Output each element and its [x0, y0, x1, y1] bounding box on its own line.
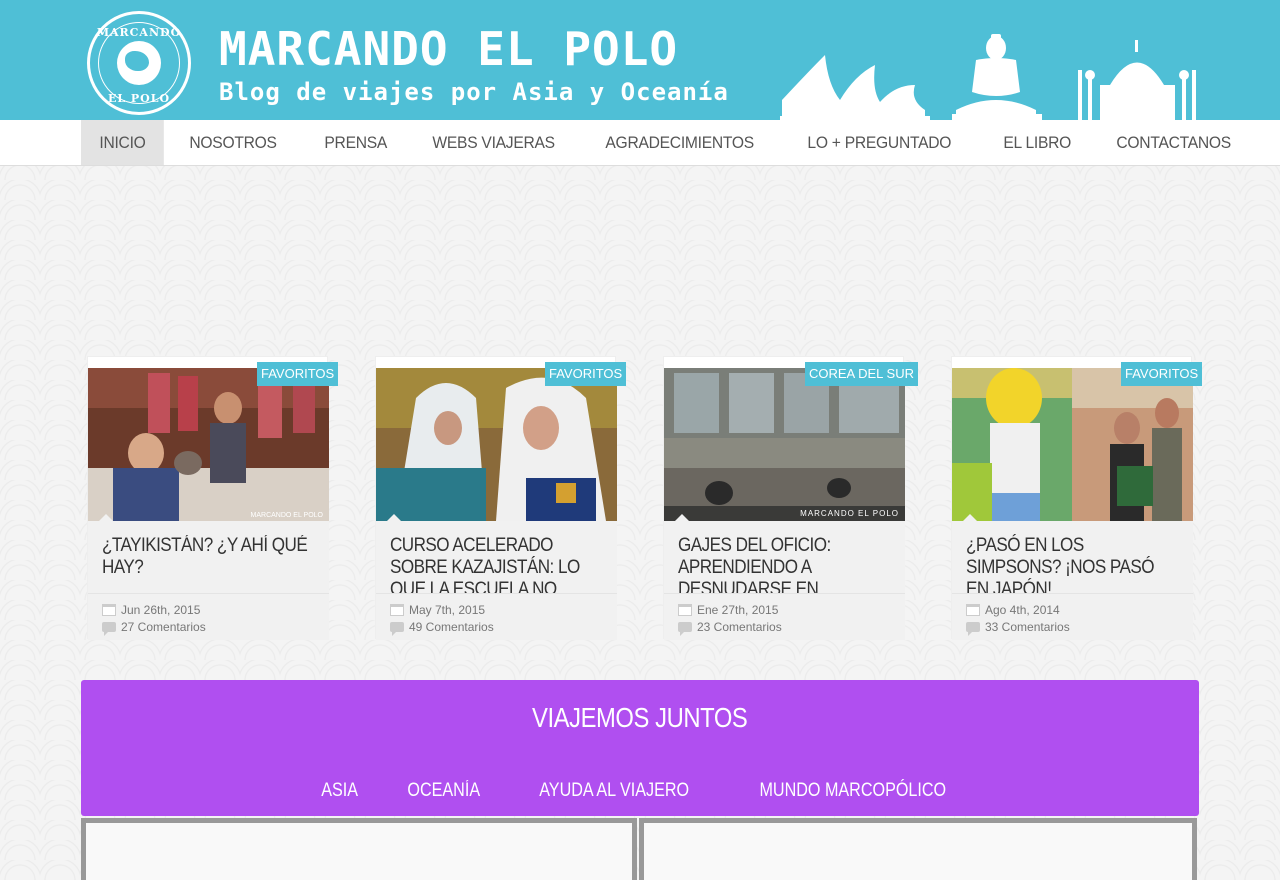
- post-comments[interactable]: 33 Comentarios: [985, 620, 1070, 634]
- post-category-tag[interactable]: FAVORITOS: [545, 362, 627, 386]
- calendar-icon: [966, 603, 980, 616]
- post-date: May 7th, 2015: [409, 602, 486, 617]
- opera-house-icon: [780, 55, 930, 120]
- tab-mundo-marcopolico[interactable]: MUNDO MARCOPÓLICO: [759, 780, 946, 802]
- post-category-tag[interactable]: FAVORITOS: [1121, 362, 1203, 386]
- post-title[interactable]: GAJES DEL OFICIO: APRENDIENDO A DESNUDAR…: [678, 535, 890, 593]
- site-subtitle: Blog de viajes por Asia y Oceanía: [219, 78, 729, 106]
- site-title[interactable]: MARCANDO EL POLO: [219, 22, 678, 76]
- nav-item-el-libro[interactable]: EL LIBRO: [985, 120, 1089, 165]
- post-date: Jun 26th, 2015: [121, 602, 201, 617]
- post-card[interactable]: FAVORITOS CURSO ACELERADO SOBRE KAZAJIST…: [375, 356, 627, 640]
- post-title[interactable]: ¿PASÓ EN LOS SIMPSONS? ¡NOS PASÓ EN JAPÓ…: [966, 535, 1178, 593]
- post-comments[interactable]: 23 Comentarios: [697, 620, 782, 634]
- skyline-illustration: [780, 34, 1196, 120]
- post-meta: May 7th, 2015 49 Comentarios: [376, 593, 617, 640]
- post-card[interactable]: MARCANDO EL POLO COREA DEL SUR GAJES DEL…: [663, 356, 918, 640]
- post-title[interactable]: CURSO ACELERADO SOBRE KAZAJISTÁN: LO QUE…: [390, 535, 602, 593]
- nav-item-agradecimientos[interactable]: AGRADECIMIENTOS: [587, 120, 772, 165]
- comment-icon: [678, 621, 692, 636]
- nav-item-lo-mas-preguntado[interactable]: LO + PREGUNTADO: [789, 120, 970, 165]
- image-watermark: MARCANDO EL POLO: [250, 512, 323, 519]
- logo-text-top: MARCANDO: [96, 26, 182, 39]
- nav-item-webs-viajeras[interactable]: WEBS VIAJERAS: [414, 120, 573, 165]
- post-title-box: GAJES DEL OFICIO: APRENDIENDO A DESNUDAR…: [664, 521, 905, 593]
- tab-ayuda-al-viajero[interactable]: AYUDA AL VIAJERO: [540, 780, 690, 802]
- featured-posts: MARCANDO EL POLO FAVORITOS ¿TAYIKISTÁN? …: [87, 356, 1203, 646]
- calendar-icon: [102, 603, 116, 616]
- post-title-box: CURSO ACELERADO SOBRE KAZAJISTÁN: LO QUE…: [376, 521, 617, 593]
- post-category-tag[interactable]: FAVORITOS: [257, 362, 339, 386]
- tab-oceania[interactable]: OCEANÍA: [407, 780, 480, 802]
- logo-text-bottom: EL POLO: [107, 92, 171, 105]
- post-card[interactable]: FAVORITOS ¿PASÓ EN LOS SIMPSONS? ¡NOS PA…: [951, 356, 1203, 640]
- post-image[interactable]: [376, 368, 617, 521]
- post-meta: Ago 4th, 2014 33 Comentarios: [952, 593, 1193, 640]
- site-logo[interactable]: MARCANDO EL POLO: [87, 11, 191, 115]
- buddha-icon: [952, 34, 1042, 120]
- post-title[interactable]: ¿TAYIKISTÁN? ¿Y AHÍ QUÉ HAY?: [102, 535, 314, 579]
- content-panel-right: [639, 818, 1197, 880]
- section-title: VIAJEMOS JUNTOS: [81, 702, 1199, 734]
- post-image[interactable]: [952, 368, 1193, 521]
- viajemos-juntos-section: VIAJEMOS JUNTOS ASIA OCEANÍA AYUDA AL VI…: [81, 680, 1199, 816]
- post-date: Ago 4th, 2014: [985, 602, 1060, 617]
- content-panel-left: [81, 818, 637, 880]
- taj-mahal-icon: [1078, 40, 1196, 120]
- calendar-icon: [678, 603, 692, 616]
- nav-item-nosotros[interactable]: NOSOTROS: [171, 120, 295, 165]
- post-meta: Ene 27th, 2015 23 Comentarios: [664, 593, 905, 640]
- nav-item-prensa[interactable]: PRENSA: [306, 120, 405, 165]
- post-date: Ene 27th, 2015: [697, 602, 779, 617]
- globe-icon: [117, 41, 161, 85]
- post-card[interactable]: MARCANDO EL POLO FAVORITOS ¿TAYIKISTÁN? …: [87, 356, 339, 640]
- post-comments[interactable]: 27 Comentarios: [121, 620, 206, 634]
- comment-icon: [102, 621, 116, 636]
- post-comments[interactable]: 49 Comentarios: [409, 620, 494, 634]
- nav-item-contactanos[interactable]: CONTACTANOS: [1098, 120, 1249, 165]
- post-image[interactable]: MARCANDO EL POLO: [88, 368, 329, 521]
- comment-icon: [390, 621, 404, 636]
- comment-icon: [966, 621, 980, 636]
- site-header: MARCANDO EL POLO MARCANDO EL POLO Blog d…: [0, 0, 1280, 120]
- post-image[interactable]: MARCANDO EL POLO: [664, 368, 905, 521]
- image-watermark: MARCANDO EL POLO: [800, 509, 899, 518]
- nav-list: INICIO NOSOTROS PRENSA WEBS VIAJERAS AGR…: [81, 120, 1263, 165]
- calendar-icon: [390, 603, 404, 616]
- travel-tabs: ASIA OCEANÍA AYUDA AL VIAJERO MUNDO MARC…: [81, 780, 1199, 802]
- nav-item-inicio[interactable]: INICIO: [81, 120, 164, 165]
- post-meta: Jun 26th, 2015 27 Comentarios: [88, 593, 329, 640]
- post-category-tag[interactable]: COREA DEL SUR: [805, 362, 918, 386]
- main-nav: INICIO NOSOTROS PRENSA WEBS VIAJERAS AGR…: [0, 120, 1280, 166]
- post-title-box: ¿TAYIKISTÁN? ¿Y AHÍ QUÉ HAY?: [88, 521, 329, 593]
- tab-asia[interactable]: ASIA: [321, 780, 358, 802]
- post-title-box: ¿PASÓ EN LOS SIMPSONS? ¡NOS PASÓ EN JAPÓ…: [952, 521, 1193, 593]
- section-title-text: VIAJEMOS JUNTOS: [532, 702, 748, 733]
